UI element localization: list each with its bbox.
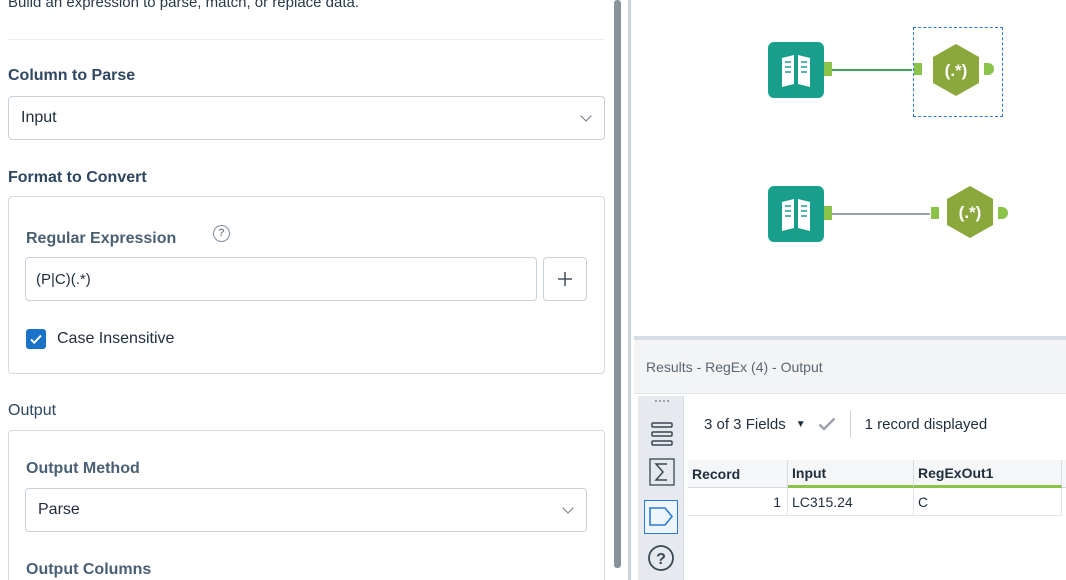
chevron-down-icon (580, 110, 592, 122)
regex-icon: (.*) (933, 44, 979, 96)
metadata-button[interactable] (644, 500, 678, 534)
input-data-tool-2[interactable] (768, 186, 832, 242)
fields-selector[interactable]: 3 of 3 Fields (704, 416, 786, 433)
table-cell-regexout1[interactable]: C (914, 488, 1062, 516)
list-icon[interactable] (650, 420, 674, 453)
output-anchor[interactable] (998, 207, 1008, 219)
column-header-record[interactable]: Record (688, 460, 788, 488)
book-icon (768, 42, 832, 98)
regex-icon: (.*) (947, 186, 993, 238)
panel-splitter[interactable] (628, 0, 631, 580)
connection-2 (832, 213, 930, 215)
book-icon (768, 186, 832, 242)
output-method-value: Parse (38, 501, 80, 518)
regex-tool-1[interactable]: (.*) (928, 42, 984, 98)
plus-icon (558, 272, 572, 286)
case-insensitive-checkbox[interactable] (26, 329, 46, 349)
insert-token-button[interactable] (543, 257, 587, 301)
regex-input[interactable]: (P|C)(.*) (25, 257, 537, 301)
regex-tool-2[interactable]: (.*) (942, 184, 998, 240)
column-to-parse-label: Column to Parse (8, 67, 136, 84)
column-to-parse-dropdown[interactable]: Input (8, 96, 605, 140)
chevron-down-icon (562, 502, 574, 514)
toolbar-divider (849, 411, 851, 437)
results-title: Results - RegEx (4) - Output (634, 340, 1066, 394)
output-columns-label: Output Columns (26, 561, 152, 578)
checkmark-icon (30, 334, 42, 345)
format-to-convert-card: Regular Expression ? (P|C)(.*) Case Inse… (8, 196, 605, 374)
column-to-parse-value: Input (21, 109, 57, 126)
help-icon[interactable]: ? (213, 225, 230, 242)
divider (8, 39, 604, 40)
results-toolbar: 3 of 3 Fields ▼ 1 record displayed (690, 404, 987, 444)
output-method-label: Output Method (26, 460, 140, 477)
tag-icon (649, 507, 674, 526)
grip-icon (655, 400, 669, 402)
records-status: 1 record displayed (864, 415, 988, 433)
format-to-convert-label: Format to Convert (8, 169, 147, 186)
regex-label: Regular Expression (26, 230, 177, 247)
svg-text:(.*): (.*) (959, 203, 982, 222)
results-window: Results - RegEx (4) - Output ? 3 of 3 Fi… (634, 336, 1066, 580)
configuration-panel: Build an expression to parse, match, or … (0, 0, 612, 580)
table-cell-input[interactable]: LC315.24 (788, 488, 914, 516)
connection-1 (832, 69, 912, 71)
column-header-input[interactable]: Input (788, 460, 914, 488)
tool-description: Build an expression to parse, match, or … (8, 0, 360, 11)
case-insensitive-label[interactable]: Case Insensitive (57, 330, 174, 348)
column-header-overflow (1062, 460, 1066, 488)
checkmark-icon[interactable] (818, 417, 836, 431)
results-side-toolbar: ? (638, 396, 684, 580)
input-data-tool-1[interactable] (768, 42, 832, 98)
output-card: Output Method Parse Output Columns (8, 430, 605, 580)
svg-text:(.*): (.*) (945, 61, 968, 80)
sum-icon[interactable] (649, 458, 675, 491)
panel-scrollbar[interactable] (614, 0, 621, 568)
column-header-regexout1[interactable]: RegExOut1 (914, 460, 1062, 488)
output-method-dropdown[interactable]: Parse (25, 488, 587, 532)
help-icon[interactable]: ? (647, 544, 675, 577)
table-cell-record[interactable]: 1 (688, 488, 788, 516)
caret-down-icon[interactable]: ▼ (796, 419, 806, 430)
svg-text:?: ? (656, 551, 666, 568)
input-anchor[interactable] (931, 207, 939, 219)
workflow-canvas[interactable]: (.*) (.*) (634, 0, 1066, 336)
output-label: Output (8, 402, 57, 419)
